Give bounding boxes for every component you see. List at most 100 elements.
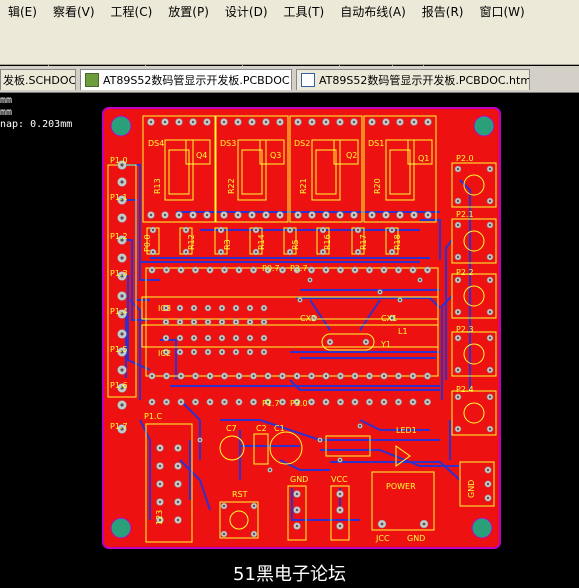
mcu-pad-hole xyxy=(150,374,154,378)
mcu-pad-hole xyxy=(397,374,400,378)
vcc-pad-hole xyxy=(338,508,342,512)
button-pad-hole xyxy=(456,336,460,340)
power-pad-hole xyxy=(380,522,384,526)
mcu-pad-hole xyxy=(353,400,357,404)
digit-label: DS1 xyxy=(368,139,384,148)
mcu-pad-hole xyxy=(237,374,241,378)
connector-pad-hole xyxy=(176,500,180,504)
via-hole xyxy=(338,458,342,462)
button-label: P2.2 xyxy=(456,268,474,277)
mcu-pad-hole xyxy=(353,268,357,272)
mcu-pad-hole xyxy=(339,268,342,272)
ic-label: IC3 xyxy=(158,304,171,313)
button-pad-hole xyxy=(456,395,460,399)
via-hole xyxy=(298,298,302,302)
digit-pad-hole xyxy=(324,120,328,124)
connector-pin-label: 123 xyxy=(155,510,164,525)
digit-pad-hole xyxy=(191,213,195,217)
transistor-label: Q3 xyxy=(270,151,281,160)
connector-label: GND xyxy=(467,480,476,498)
inductor-label: L1 xyxy=(398,327,408,336)
button-pad-hole xyxy=(488,427,492,431)
digit-pad-hole xyxy=(412,213,416,217)
digit-pad-hole xyxy=(163,120,167,124)
power-pad-hole xyxy=(422,522,426,526)
vcc-pad-hole xyxy=(338,524,342,528)
net-label: P1.C xyxy=(144,412,162,421)
mcu-pad-hole xyxy=(382,400,386,404)
digit-pad-hole xyxy=(236,213,240,217)
resistor-label: R12 xyxy=(187,234,196,250)
mounting-hole xyxy=(473,115,495,137)
button-pad-hole xyxy=(456,167,460,171)
resistor-pad-hole xyxy=(321,250,325,254)
digit-label: DS4 xyxy=(148,139,164,148)
ic-pad-hole xyxy=(192,306,196,310)
mcu-pad-hole xyxy=(411,400,415,404)
ic-pad-hole xyxy=(220,336,224,340)
resistor-pad-hole xyxy=(254,250,258,254)
digit-pad-hole xyxy=(426,120,430,124)
header-label: P1.3 xyxy=(110,269,128,278)
resistor-label: R16 xyxy=(323,234,332,250)
right-connector-pad-hole xyxy=(486,482,490,486)
via-hole xyxy=(378,290,382,294)
mcu-pad-hole xyxy=(324,268,328,272)
button-pad-hole xyxy=(456,427,460,431)
mcu-pad-hole xyxy=(281,268,284,272)
vcc-label: VCC xyxy=(331,475,348,484)
mcu-pad-hole xyxy=(252,374,255,378)
net-label: P2.7 xyxy=(290,264,308,273)
ic-pad-hole xyxy=(192,350,196,354)
mcu-pad-hole xyxy=(194,268,197,272)
pcb-layout[interactable]: DS4 DS3 DS2 DS1 Q4 Q3 Q2 Q1 R13 R22 R21 … xyxy=(0,0,579,588)
mcu-pad-hole xyxy=(295,374,299,378)
ic-pad-hole xyxy=(206,306,210,310)
capacitor-label: C1 xyxy=(274,424,285,433)
digit-pad-hole xyxy=(149,120,153,124)
reset-pad-hole xyxy=(222,504,226,508)
button-pad-hole xyxy=(456,310,460,314)
mcu-pad-hole xyxy=(324,400,328,404)
digit-pad-hole xyxy=(191,120,195,124)
mounting-hole xyxy=(110,517,132,539)
button-pad-hole xyxy=(456,368,460,372)
resistor-pad-hole xyxy=(288,228,292,232)
reset-pad-hole xyxy=(252,504,256,508)
net-label: P1.7 xyxy=(262,399,280,408)
digit-pad-hole xyxy=(370,120,374,124)
button-label: P2.0 xyxy=(456,154,474,163)
resistor-pad-hole xyxy=(390,250,394,254)
ic-pad-hole xyxy=(178,320,182,324)
mcu-pad-hole xyxy=(426,374,429,378)
resistor-pad-hole xyxy=(321,228,325,232)
digit-label: DS3 xyxy=(220,139,236,148)
button-label: P2.1 xyxy=(456,210,474,219)
mcu-pad-hole xyxy=(310,400,313,404)
mcu-pad-hole xyxy=(208,374,212,378)
resistor-label: R17 xyxy=(359,234,368,250)
button-label: P2.3 xyxy=(456,325,474,334)
ic-pad-hole xyxy=(220,306,224,310)
resistor-pad-hole xyxy=(288,250,292,254)
digit-pad-hole xyxy=(250,213,254,217)
ic-pad-hole xyxy=(206,320,210,324)
mcu-pad-hole xyxy=(223,374,226,378)
ic-pad-hole xyxy=(220,350,224,354)
digit-pad-hole xyxy=(384,213,388,217)
connector-pad-hole xyxy=(176,482,180,486)
ic-pad-hole xyxy=(262,306,266,310)
mcu-pad-hole xyxy=(150,400,154,404)
power-gnd-label: GND xyxy=(407,534,425,543)
resistor-pad-hole xyxy=(390,228,394,232)
connector-pad-hole xyxy=(158,482,162,486)
mcu-pad-hole xyxy=(150,268,154,272)
digit-pad-hole xyxy=(177,120,181,124)
mcu-pad-hole xyxy=(237,400,241,404)
mounting-hole xyxy=(110,115,132,137)
header-label: P1.6 xyxy=(110,381,128,390)
mcu-pad-hole xyxy=(339,400,342,404)
mcu-pad-hole xyxy=(382,374,386,378)
mcu-pad-hole xyxy=(165,374,168,378)
mcu-pad-hole xyxy=(223,400,226,404)
